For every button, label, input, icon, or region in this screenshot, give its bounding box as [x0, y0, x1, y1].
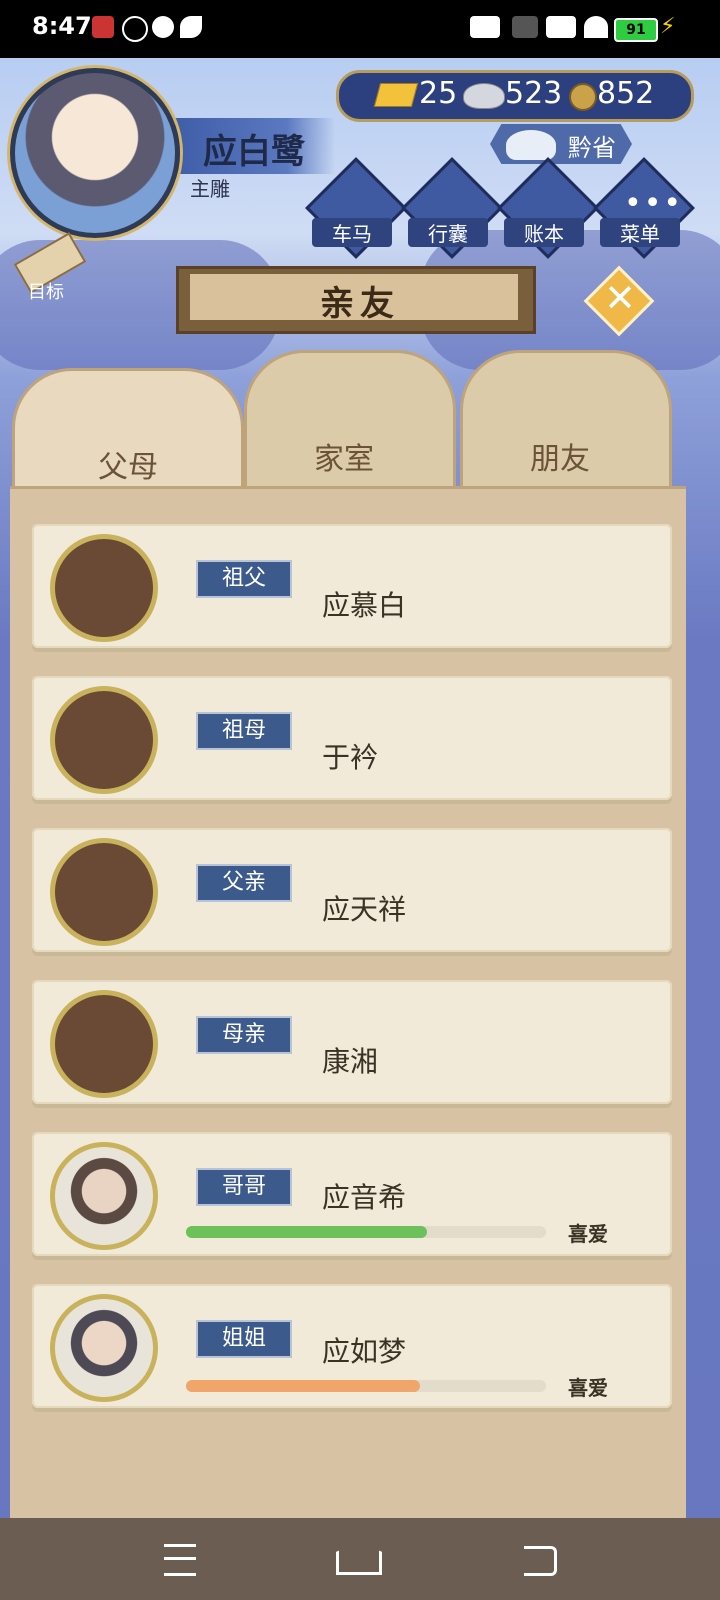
signal-weak-icon: [512, 16, 538, 38]
navigation-bar: [0, 1518, 720, 1600]
player-name: 应白鹭: [203, 132, 305, 172]
menu-icon[interactable]: [164, 1544, 196, 1576]
relation-tag: 祖父: [196, 560, 292, 598]
relative-name: 于衿: [322, 741, 379, 774]
affinity-bar: [186, 1226, 546, 1238]
player-avatar[interactable]: [10, 68, 180, 238]
more-icon: •••: [624, 186, 684, 221]
wifi-icon: [584, 16, 608, 38]
charging-icon: ⚡: [660, 14, 676, 39]
iron-icon: [506, 130, 556, 160]
gold-value: 25: [419, 76, 458, 111]
affinity-label: 喜爱: [568, 1376, 608, 1400]
back-icon[interactable]: [524, 1546, 557, 1576]
location-name: 黔省: [568, 134, 616, 162]
silver-ingot-icon: [463, 83, 505, 109]
tombstone-portrait: [50, 990, 158, 1098]
relation-tag: 姐姐: [196, 1320, 292, 1358]
player-title: 主雕: [190, 177, 230, 201]
affinity-bar: [186, 1380, 546, 1392]
relative-name: 应音希: [322, 1181, 407, 1214]
brother-portrait: [50, 1142, 158, 1250]
relation-tag: 父亲: [196, 864, 292, 902]
affinity-bar-fill: [186, 1226, 428, 1238]
gold-ingot-icon: [373, 83, 419, 107]
hd-icon: [470, 16, 500, 38]
relation-tag: 哥哥: [196, 1168, 292, 1206]
target-label: 目标: [28, 282, 64, 303]
status-time: 8:47: [32, 12, 92, 40]
chat-icon: [152, 16, 174, 38]
affinity-bar-fill: [186, 1380, 420, 1392]
coin-value: 852: [597, 76, 655, 111]
fan-icon: [180, 16, 202, 38]
relation-tag: 祖母: [196, 712, 292, 750]
notification-icon: [92, 16, 114, 38]
status-bar: 8:47 91 ⚡: [0, 0, 720, 58]
sister-portrait: [50, 1294, 158, 1402]
tombstone-portrait: [50, 838, 158, 946]
relative-name: 应如梦: [322, 1335, 407, 1368]
home-icon[interactable]: [336, 1542, 382, 1575]
tab-friends-label: 朋友: [530, 442, 590, 477]
bag-label: 行囊: [408, 218, 488, 247]
close-icon: ✕: [604, 276, 636, 320]
tab-family-label: 家室: [314, 442, 374, 477]
menu-label: 菜单: [600, 218, 680, 247]
tombstone-portrait: [50, 534, 158, 642]
tombstone-portrait: [50, 686, 158, 794]
ledger-label: 账本: [504, 218, 584, 247]
relative-name: 康湘: [322, 1045, 379, 1078]
relation-tag: 母亲: [196, 1016, 292, 1054]
battery-icon: 91: [614, 18, 658, 42]
copper-coin-icon: [569, 83, 597, 111]
currency-bar: 25 523 852: [336, 70, 694, 122]
app-icon: [122, 16, 148, 42]
relative-name: 应天祥: [322, 893, 407, 926]
silver-value: 523: [505, 76, 563, 111]
tab-parents-label: 父母: [98, 450, 158, 485]
affinity-label: 喜爱: [568, 1222, 608, 1246]
relative-name: 应慕白: [322, 589, 407, 622]
carriage-label: 车马: [312, 218, 392, 247]
signal-4g-icon: [546, 16, 576, 38]
page-title: 亲友: [320, 284, 400, 324]
